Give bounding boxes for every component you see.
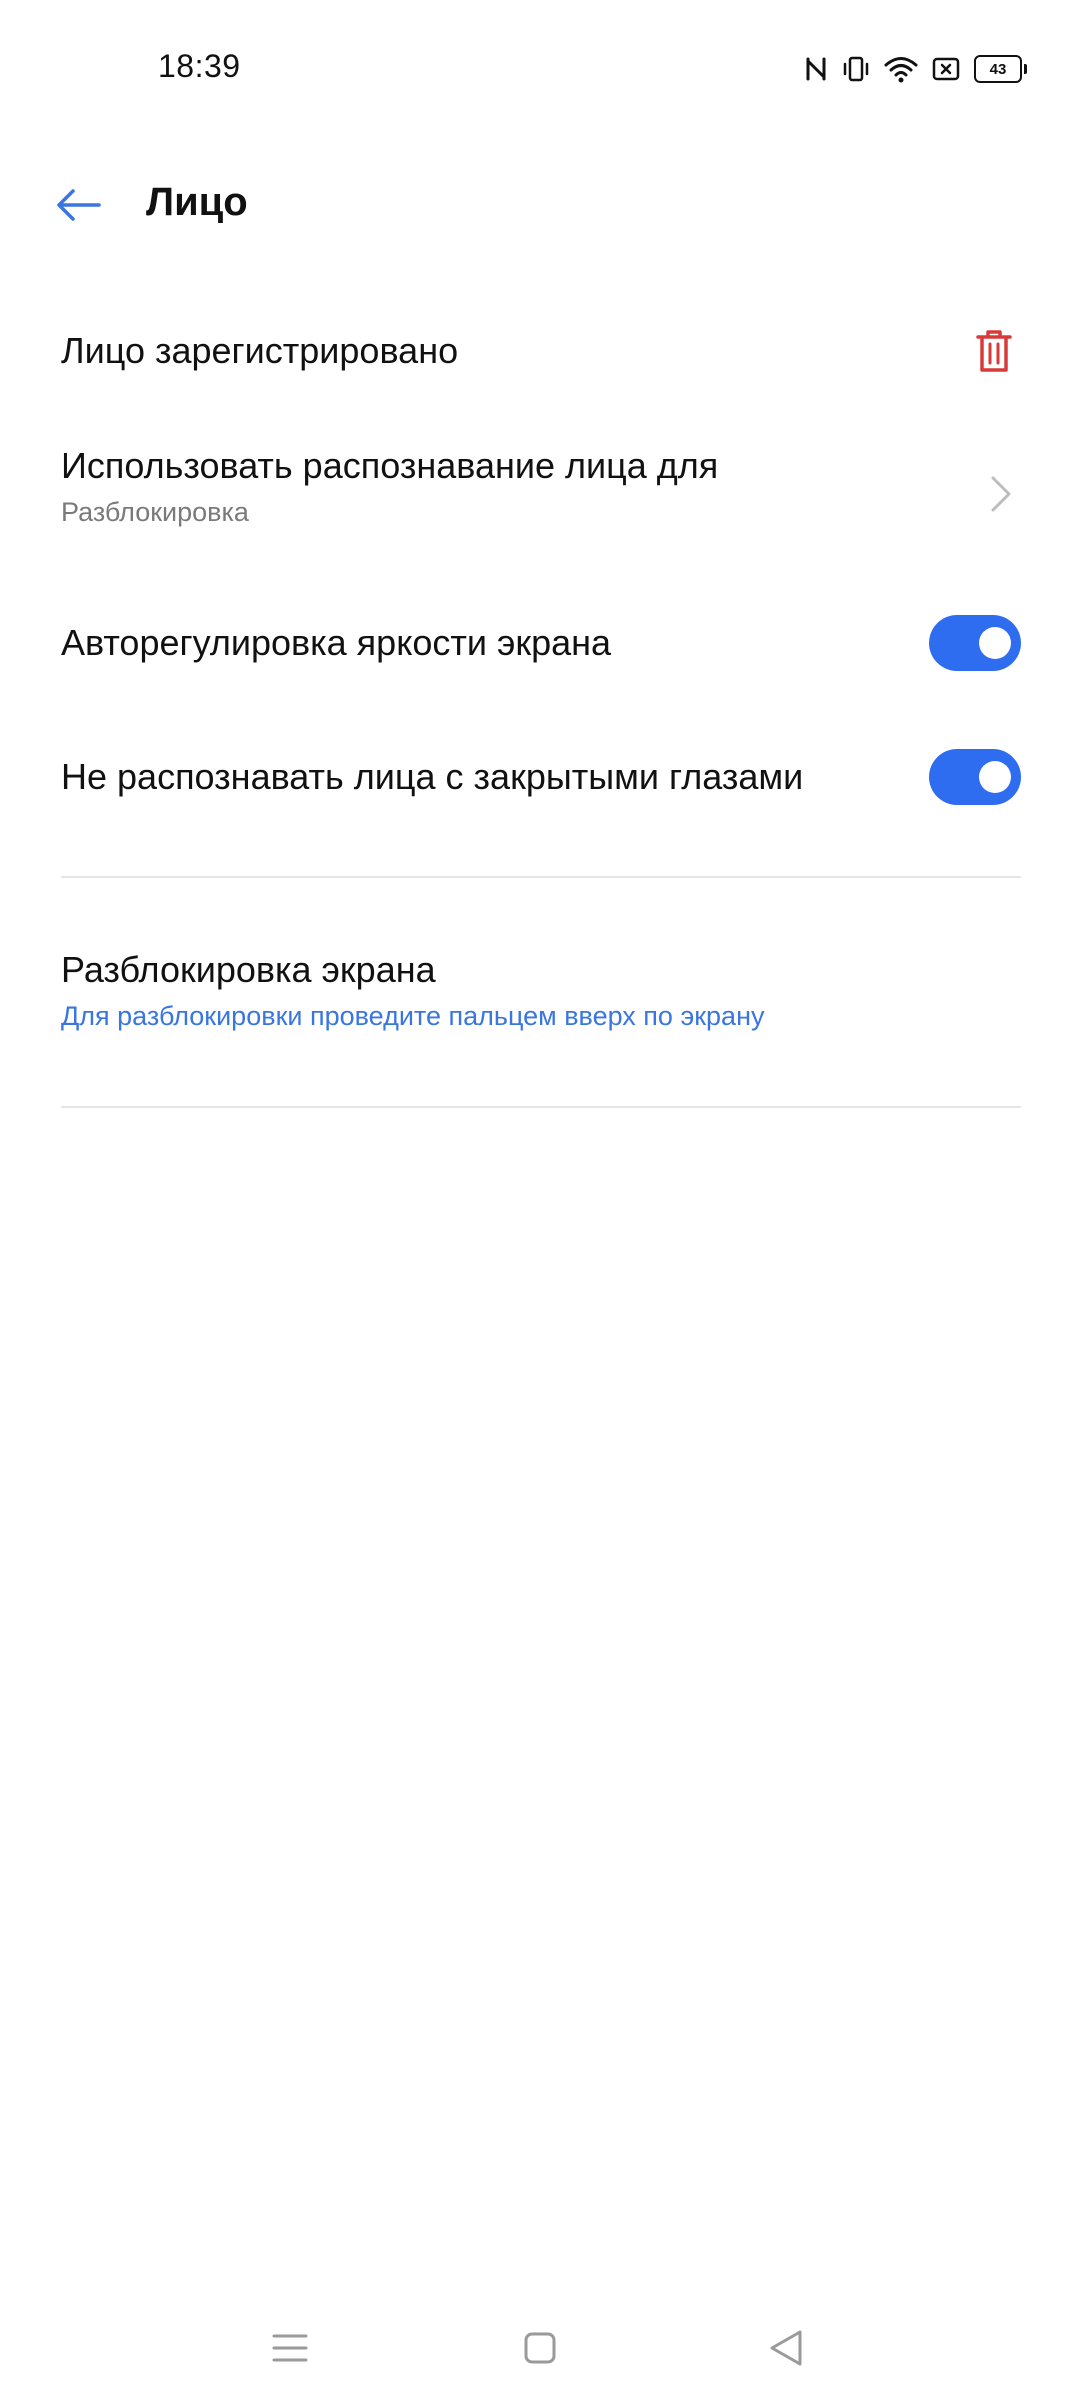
closed-eyes-label: Не распознавать лица с закрытыми глазами xyxy=(61,756,804,797)
face-registered-label: Лицо зарегистрировано xyxy=(61,330,459,371)
battery-level: 43 xyxy=(989,60,1007,78)
auto-brightness-toggle[interactable] xyxy=(929,615,1021,671)
system-back-button[interactable] xyxy=(758,2320,814,2376)
trash-icon xyxy=(976,330,1012,372)
screen-unlock-row[interactable]: Разблокировка экрана Для разблокировки п… xyxy=(61,948,1021,1048)
screen: 18:39 43 Лицо Лицо зарегистрировано Испо… xyxy=(0,0,1080,2400)
home-button[interactable] xyxy=(512,2320,568,2376)
use-face-for-value: Разблокировка xyxy=(61,497,249,527)
battery-icon: 43 xyxy=(974,55,1027,83)
navigation-bar xyxy=(0,2300,1080,2390)
divider xyxy=(61,876,1021,878)
page-title: Лицо xyxy=(146,180,248,224)
status-time: 18:39 xyxy=(158,48,241,84)
menu-icon xyxy=(272,2334,308,2362)
toggle-knob xyxy=(979,627,1011,659)
back-button[interactable] xyxy=(48,180,108,230)
wifi-icon xyxy=(884,55,918,83)
auto-brightness-label: Авторегулировка яркости экрана xyxy=(61,622,612,663)
sim-off-icon xyxy=(932,56,960,82)
app-header: Лицо xyxy=(0,160,1080,250)
back-triangle-icon xyxy=(770,2330,802,2366)
face-registered-row: Лицо зарегистрировано xyxy=(61,318,1021,384)
back-arrow-icon xyxy=(57,189,101,221)
status-icons: 43 xyxy=(804,52,1027,86)
divider xyxy=(61,1106,1021,1108)
use-face-for-label: Использовать распознавание лица для xyxy=(61,445,719,486)
delete-face-button[interactable] xyxy=(967,324,1021,378)
closed-eyes-toggle[interactable] xyxy=(929,749,1021,805)
home-icon xyxy=(524,2332,556,2364)
closed-eyes-row: Не распознавать лица с закрытыми глазами xyxy=(61,744,1021,810)
nfc-icon xyxy=(804,55,828,83)
toggle-knob xyxy=(979,761,1011,793)
use-face-for-row[interactable]: Использовать распознавание лица для Разб… xyxy=(61,444,1021,544)
status-bar: 18:39 43 xyxy=(0,0,1080,140)
vibrate-icon xyxy=(842,55,870,83)
chevron-right-icon xyxy=(981,469,1021,519)
screen-unlock-label: Разблокировка экрана xyxy=(61,949,436,990)
screen-unlock-description: Для разблокировки проведите пальцем ввер… xyxy=(61,1001,765,1031)
recents-button[interactable] xyxy=(262,2320,318,2376)
auto-brightness-row: Авторегулировка яркости экрана xyxy=(61,610,1021,676)
